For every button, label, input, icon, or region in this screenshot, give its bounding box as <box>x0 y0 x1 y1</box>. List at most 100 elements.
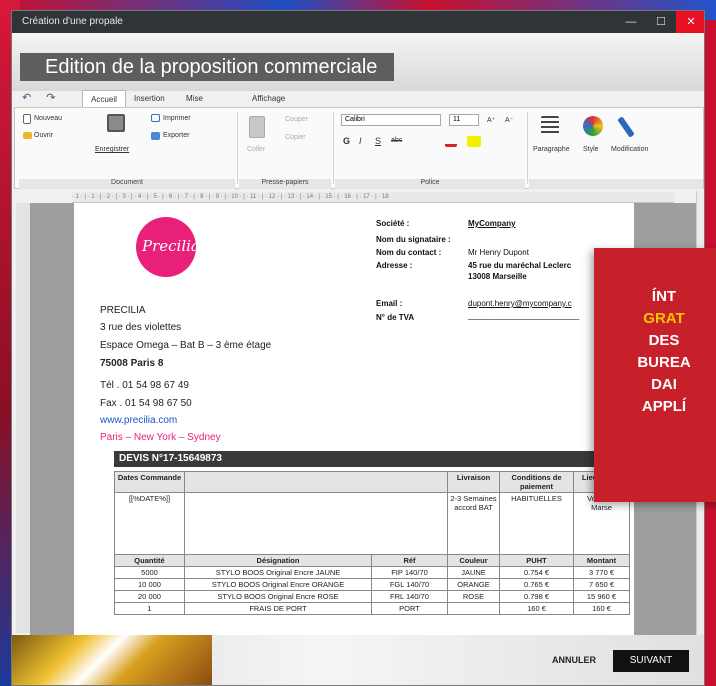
cell-montant[interactable]: 3 770 € <box>573 566 630 579</box>
cell-designation[interactable]: STYLO BOOS Original Encre ORANGE <box>184 578 372 591</box>
tva-value: _________________________ <box>468 311 580 320</box>
table-row[interactable]: 20 000 STYLO BOOS Original Encre ROSE FR… <box>114 590 630 603</box>
group-label-document: Document <box>19 179 235 189</box>
tva-label: N° de TVA <box>376 313 415 322</box>
minimize-button[interactable]: — <box>616 11 646 33</box>
style-button[interactable]: Style <box>583 146 599 153</box>
underline-button[interactable]: S <box>375 136 381 146</box>
cell-ref[interactable]: FGL 140/70 <box>371 578 448 591</box>
font-name-select[interactable]: Calibri <box>341 114 441 126</box>
societe-label: Société : <box>376 219 410 228</box>
decorative-image <box>12 635 212 685</box>
header-puht: PUHT <box>499 554 574 567</box>
adresse-label: Adresse : <box>376 261 413 270</box>
cell-quantite[interactable]: 5000 <box>114 566 185 579</box>
paste-button[interactable]: Coller <box>247 146 265 153</box>
cell-ref[interactable]: FRL 140/70 <box>371 590 448 603</box>
italic-button[interactable]: I <box>359 136 362 146</box>
tab-affichage[interactable]: Affichage <box>252 90 285 107</box>
cell-date[interactable]: [[%DATE%]] <box>114 492 185 555</box>
cell-quantite[interactable]: 10 000 <box>114 578 185 591</box>
new-button[interactable]: Nouveau <box>34 115 62 122</box>
cell-montant[interactable]: 7 650 € <box>573 578 630 591</box>
font-size-select[interactable]: 11 <box>449 114 479 126</box>
next-button[interactable]: SUIVANT <box>613 650 689 672</box>
export-button[interactable]: Exporter <box>163 132 189 139</box>
document-page[interactable]: Precilia PRECILIA 3 rue des violettes Es… <box>74 203 634 635</box>
company-website[interactable]: www.precilia.com <box>100 415 177 426</box>
paragraph-icon <box>541 116 559 134</box>
highlight-icon[interactable] <box>467 136 481 147</box>
cell-puht[interactable]: 0.798 € <box>499 590 574 603</box>
cell-conditions[interactable]: HABITUELLES <box>499 492 574 555</box>
promo-line: APPLÍ <box>641 398 687 415</box>
tab-mise-en-page[interactable]: Mise en page <box>186 90 204 137</box>
table-row[interactable]: 1 FRAIS DE PORT PORT 160 € 160 € <box>114 602 630 615</box>
cut-button[interactable]: Couper <box>285 116 308 123</box>
dialog-footer: ANNULER SUIVANT <box>12 635 704 685</box>
company-address-2: Espace Omega – Bat B – 3 ème étage <box>100 340 272 351</box>
cancel-button[interactable]: ANNULER <box>552 655 596 665</box>
print-button[interactable]: Imprimer <box>163 115 191 122</box>
contact-label: Nom du contact : <box>376 248 442 257</box>
edit-button[interactable]: Modification <box>611 146 648 153</box>
maximize-button[interactable]: ☐ <box>646 11 676 33</box>
cell-quantite[interactable]: 1 <box>114 602 185 615</box>
company-address-1: 3 rue des violettes <box>100 322 182 333</box>
cell-puht[interactable]: 0.754 € <box>499 566 574 579</box>
font-color-icon[interactable] <box>445 136 457 147</box>
email-label: Email : <box>376 299 403 308</box>
tab-insertion[interactable]: Insertion <box>134 90 165 107</box>
paragraph-button[interactable]: Paragraphe <box>533 146 570 153</box>
new-doc-icon <box>23 114 31 124</box>
cell-livraison[interactable]: 2-3 Semaines accord BAT <box>447 492 500 555</box>
close-button[interactable]: ✕ <box>676 11 704 33</box>
title-bar: Création d'une propale — ☐ ✕ <box>12 11 704 33</box>
devis-title: DEVIS N°17-15649873 <box>114 451 630 467</box>
cell-blank[interactable] <box>184 492 448 555</box>
cell-designation[interactable]: STYLO BOOS Original Encre JAUNE <box>184 566 372 579</box>
table-row[interactable]: 10 000 STYLO BOOS Original Encre ORANGE … <box>114 578 630 591</box>
cell-puht[interactable]: 0.765 € <box>499 578 574 591</box>
table-row[interactable]: 5000 STYLO BOOS Original Encre JAUNE FIP… <box>114 566 630 579</box>
undo-icon[interactable]: ↶ <box>22 92 31 104</box>
cell-quantite[interactable]: 20 000 <box>114 590 185 603</box>
cell-ref[interactable]: PORT <box>371 602 448 615</box>
header-couleur: Couleur <box>447 554 500 567</box>
group-label-misc <box>529 179 703 189</box>
page-header: Edition de la proposition commerciale <box>12 33 704 91</box>
cell-designation[interactable]: FRAIS DE PORT <box>184 602 372 615</box>
promo-line: DES <box>648 332 680 349</box>
paste-icon <box>249 116 265 138</box>
cell-designation[interactable]: STYLO BOOS Original Encre ROSE <box>184 590 372 603</box>
redo-icon[interactable]: ↷ <box>46 92 55 104</box>
copy-button[interactable]: Copier <box>285 134 306 141</box>
cell-couleur[interactable]: ROSE <box>447 590 500 603</box>
strike-button[interactable]: abc <box>391 137 402 144</box>
cell-couleur[interactable]: JAUNE <box>447 566 500 579</box>
save-icon <box>107 114 125 132</box>
societe-value: MyCompany <box>468 219 516 228</box>
open-button[interactable]: Ouvrir <box>34 132 53 139</box>
vertical-ruler[interactable] <box>16 203 30 633</box>
header-designation: Désignation <box>184 554 372 567</box>
cell-couleur[interactable]: ORANGE <box>447 578 500 591</box>
grow-font-button[interactable]: A⁺ <box>487 116 495 124</box>
cell-montant[interactable]: 15 960 € <box>573 590 630 603</box>
cell-ref[interactable]: FIP 140/70 <box>371 566 448 579</box>
cell-montant[interactable]: 160 € <box>573 602 630 615</box>
quote-tables: Dates Commande Livraison Conditions de p… <box>114 471 630 615</box>
cell-puht[interactable]: 160 € <box>499 602 574 615</box>
company-fax: Fax . 01 54 98 67 50 <box>100 398 192 409</box>
group-label-clipboard: Presse-papiers <box>239 179 331 189</box>
horizontal-ruler[interactable]: · 1 · | · 1 · | · 2 · | · 3 · | · 4 · | … <box>72 192 674 203</box>
tab-accueil[interactable]: Accueil <box>82 90 126 107</box>
save-button[interactable]: Enregistrer <box>95 146 129 153</box>
cell-couleur[interactable] <box>447 602 500 615</box>
header-quantite: Quantité <box>114 554 185 567</box>
promo-banner: ÍNT GRAT DES BUREA DAI APPLÍ <box>594 248 716 502</box>
bold-button[interactable]: G <box>343 136 350 146</box>
style-icon <box>583 116 603 136</box>
email-value[interactable]: dupont.henry@mycompany.c <box>468 299 572 308</box>
shrink-font-button[interactable]: A⁻ <box>505 116 513 124</box>
